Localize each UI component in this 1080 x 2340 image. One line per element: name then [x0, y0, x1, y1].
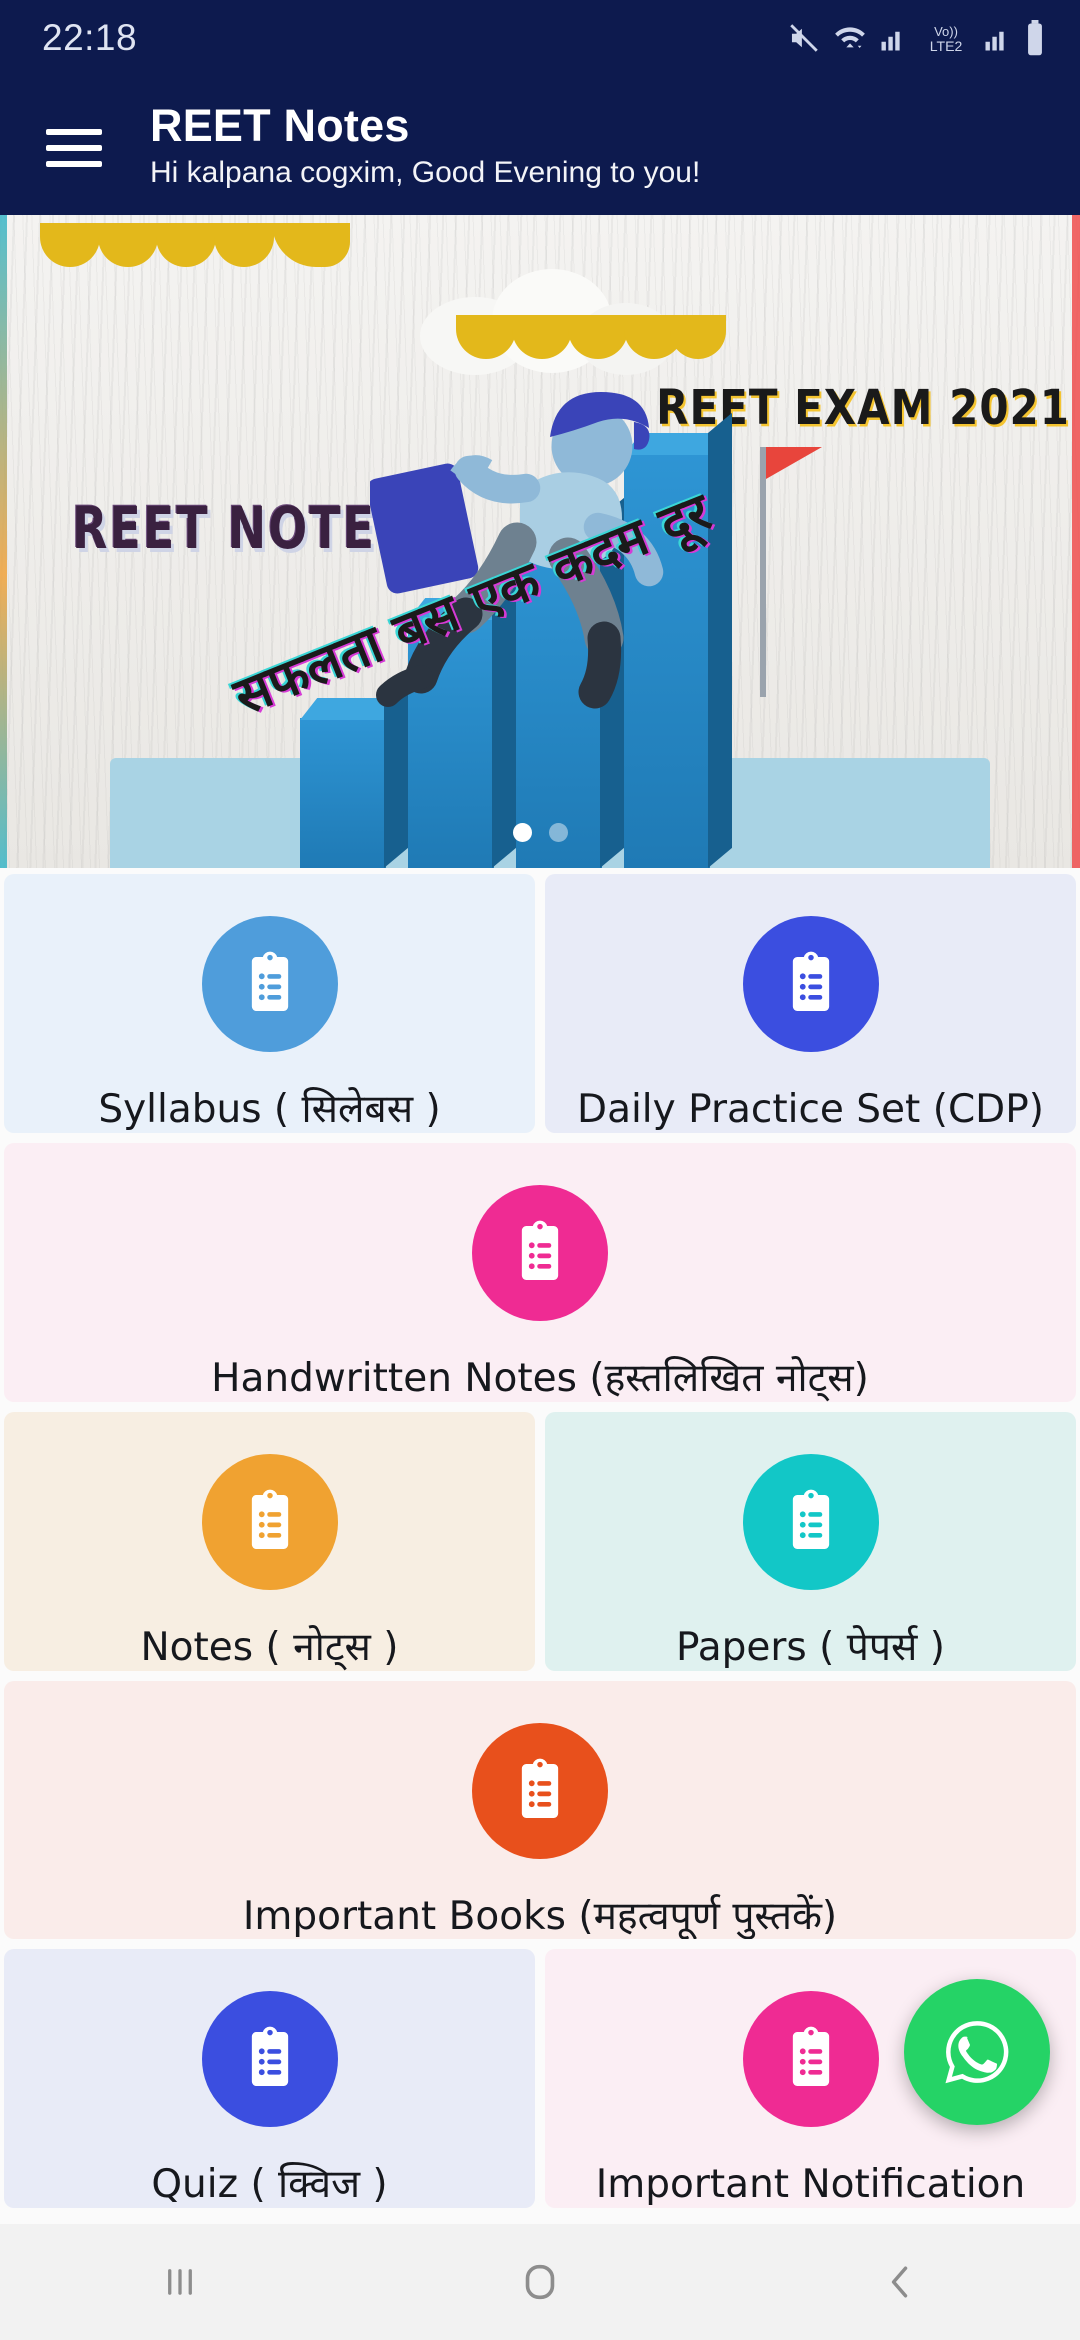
volte2-icon: Vo)) LTE2 [920, 21, 972, 55]
recents-button[interactable] [95, 2224, 265, 2340]
menu-card-label: Syllabus ( सिलेबस ) [98, 1087, 441, 1132]
svg-text:Vo)): Vo)) [934, 24, 958, 39]
whatsapp-icon [945, 2021, 1009, 2084]
hamburger-icon[interactable] [46, 128, 108, 167]
home-icon [517, 2259, 563, 2305]
app-screen: 22:18 Vo)) LTE2 REET Notes Hi kalpana co… [0, 0, 1080, 2340]
menu-card-label: Important Notification [595, 2162, 1026, 2208]
clipboard-list-icon [201, 1453, 338, 1590]
menu-row-4: Important Books (महत्वपूर्ण पुस्तकें) [4, 1680, 1076, 1940]
menu-card-syllabus[interactable]: Syllabus ( सिलेबस ) [4, 874, 535, 1133]
banner-right-edge [1072, 215, 1080, 868]
menu-row-2: Handwritten Notes (हस्तलिखित नोट्स) [4, 1142, 1076, 1402]
status-time: 22:18 [42, 17, 138, 58]
carousel-dot-2[interactable] [548, 823, 568, 842]
menu-card-label: Notes ( नोट्स ) [140, 1624, 399, 1670]
wifi-icon [832, 21, 868, 55]
page-title: REET Notes [150, 100, 410, 152]
back-icon [878, 2260, 922, 2304]
menu-card-label: Important Books (महत्वपूर्ण पुस्तकें) [242, 1893, 838, 1939]
yellow-cloud-top-left [40, 223, 350, 267]
menu-card-notes[interactable]: Notes ( नोट्स ) [4, 1411, 535, 1671]
menu-row-3: Notes ( नोट्स ) Papers ( पेपर्स ) [4, 1411, 1076, 1671]
back-button[interactable] [815, 2224, 985, 2340]
clipboard-list-icon [742, 1991, 879, 2128]
app-bar: REET Notes Hi kalpana cogxim, Good Eveni… [0, 76, 1080, 215]
menu-card-quiz[interactable]: Quiz ( क्विज ) [4, 1949, 535, 2209]
status-icon-group: Vo)) LTE2 [787, 20, 1046, 56]
recents-icon [158, 2260, 202, 2304]
carousel-indicator[interactable] [0, 823, 1080, 842]
system-navigation-bar [0, 2224, 1080, 2340]
menu-card-important-books[interactable]: Important Books (महत्वपूर्ण पुस्तकें) [4, 1680, 1076, 1940]
clipboard-list-icon [472, 1722, 608, 1859]
clipboard-list-icon [201, 1991, 338, 2128]
banner-left-edge [0, 215, 7, 868]
menu-card-label: Daily Practice Set (CDP) [577, 1087, 1044, 1132]
banner-carousel[interactable]: REET NOTES REET EXAM 2021 सफलता बस एक कद… [0, 215, 1080, 868]
clipboard-list-icon [472, 1184, 608, 1321]
bar-chart-bar-1 [300, 677, 408, 868]
yellow-cloud-mid [456, 315, 726, 359]
app-bar-texts: REET Notes Hi kalpana cogxim, Good Eveni… [150, 100, 701, 189]
greeting-text: Hi kalpana cogxim, Good Evening to you! [150, 155, 701, 189]
menu-card-label: Papers ( पेपर्स ) [675, 1624, 946, 1670]
flag-icon [766, 447, 822, 509]
menu-card-handwritten-notes[interactable]: Handwritten Notes (हस्तलिखित नोट्स) [4, 1142, 1076, 1402]
clipboard-list-icon [742, 916, 879, 1052]
home-button[interactable] [455, 2224, 625, 2340]
whatsapp-fab-button[interactable] [904, 1979, 1050, 2125]
carousel-dot-1[interactable] [512, 823, 532, 842]
menu-row-1: Syllabus ( सिलेबस ) Daily Practice Set (… [4, 874, 1076, 1133]
menu-card-papers[interactable]: Papers ( पेपर्स ) [545, 1411, 1076, 1671]
signal2-icon [983, 23, 1013, 53]
clipboard-list-icon [201, 916, 338, 1052]
status-bar: 22:18 Vo)) LTE2 [0, 0, 1080, 76]
bottom-spacer [0, 2216, 1080, 2224]
signal-icon [879, 23, 909, 53]
menu-card-label: Handwritten Notes (हस्तलिखित नोट्स) [211, 1355, 869, 1401]
battery-icon [1024, 20, 1046, 56]
banner-logo-text: REET NOTES [72, 494, 412, 562]
menu-card-daily-practice-set[interactable]: Daily Practice Set (CDP) [545, 874, 1076, 1133]
menu-card-label: Quiz ( क्विज ) [151, 2162, 388, 2208]
clipboard-list-icon [742, 1453, 879, 1590]
mute-icon [787, 21, 821, 55]
svg-text:LTE2: LTE2 [930, 38, 963, 54]
